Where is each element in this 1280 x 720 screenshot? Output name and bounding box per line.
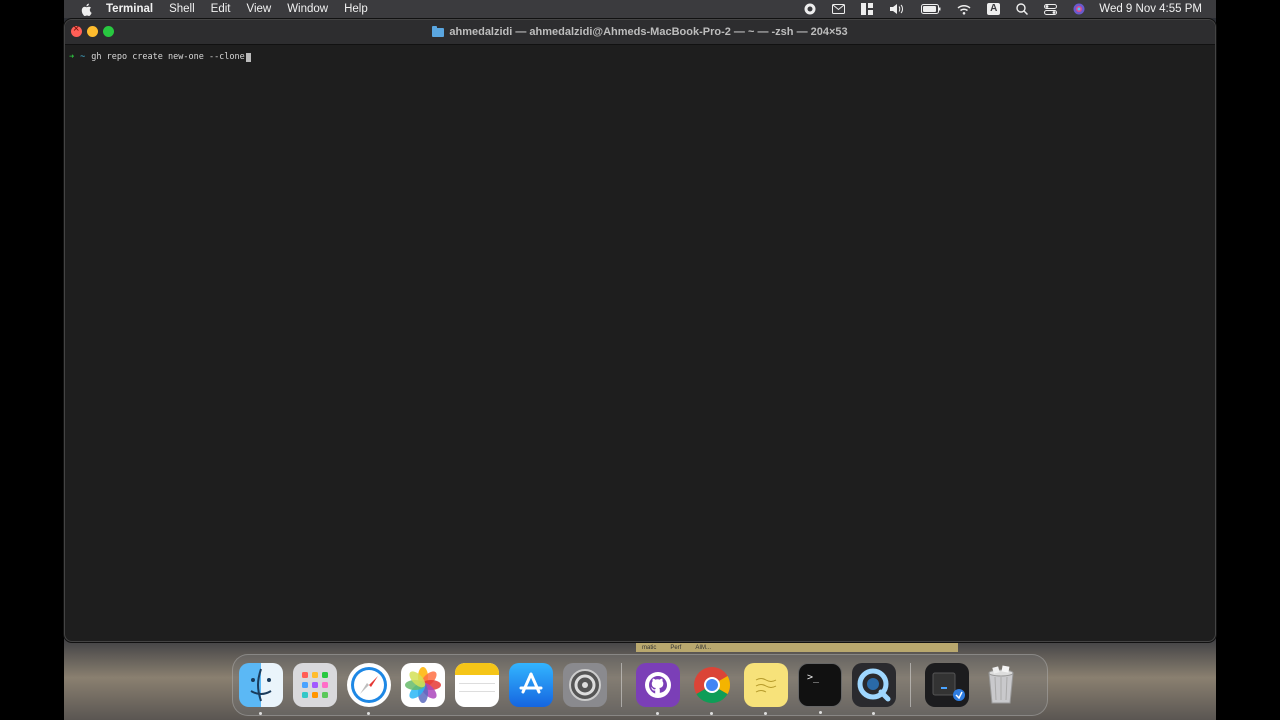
running-indicator (872, 712, 875, 715)
trash-icon[interactable] (979, 663, 1023, 707)
siri-icon[interactable] (1073, 3, 1085, 15)
background-label: Perf (670, 644, 682, 651)
menu-window[interactable]: Window (287, 0, 328, 18)
photos-app-icon[interactable] (401, 663, 445, 707)
stickies-app-icon[interactable] (744, 663, 788, 715)
folder-icon (432, 25, 445, 37)
terminal-app-icon[interactable]: >_ (798, 663, 842, 714)
finder-app-icon[interactable] (239, 663, 283, 715)
text-cursor (245, 52, 251, 62)
close-window-button[interactable] (71, 23, 82, 37)
running-indicator (656, 712, 659, 715)
window-title: ahmedalzidi — ahmedalzidi@Ahmeds-MacBook… (432, 25, 848, 38)
system-settings-app-icon[interactable] (563, 663, 607, 707)
volume-icon[interactable] (889, 3, 905, 15)
downloads-stack-icon[interactable] (925, 663, 969, 707)
menu-help[interactable]: Help (344, 0, 368, 18)
menu-edit[interactable]: Edit (211, 0, 231, 18)
menu-view[interactable]: View (246, 0, 271, 18)
dock-separator (910, 663, 911, 707)
battery-icon[interactable] (921, 4, 941, 14)
notes-app-icon[interactable] (455, 663, 499, 707)
control-center-icon[interactable] (1044, 3, 1058, 15)
app-menu-terminal[interactable]: Terminal (106, 0, 153, 18)
mail-icon[interactable] (832, 4, 846, 14)
menu-bar-clock[interactable]: Wed 9 Nov 4:55 PM (1099, 3, 1202, 15)
minimize-window-button[interactable] (87, 26, 98, 37)
record-icon[interactable] (804, 3, 816, 15)
zoom-window-button[interactable] (103, 26, 114, 37)
terminal-line: ➜ ~ gh repo create new-one --clone (69, 51, 1215, 63)
spotlight-search-icon[interactable] (1016, 3, 1029, 15)
launchpad-app-icon[interactable] (293, 663, 337, 707)
running-indicator (259, 712, 262, 715)
dock: >_ (232, 654, 1048, 716)
safari-app-icon[interactable] (347, 663, 391, 715)
wifi-icon[interactable] (957, 4, 971, 15)
prompt-directory: ~ (80, 52, 86, 62)
app-store-app-icon[interactable] (509, 663, 553, 707)
input-source-label: A (987, 3, 1001, 15)
prompt-arrow: ➜ (69, 52, 75, 62)
running-indicator (710, 712, 713, 715)
running-indicator (764, 712, 767, 715)
chrome-app-icon[interactable] (690, 663, 734, 715)
github-desktop-app-icon[interactable] (636, 663, 680, 715)
menu-shell[interactable]: Shell (169, 0, 195, 18)
background-label: AIM... (695, 644, 712, 651)
input-source-icon[interactable]: A (987, 3, 1001, 15)
window-tiling-icon[interactable] (861, 3, 874, 15)
command-text: gh repo create new-one --clone (91, 52, 245, 62)
quicktime-app-icon[interactable] (852, 663, 896, 715)
window-titlebar[interactable]: ahmedalzidi — ahmedalzidi@Ahmeds-MacBook… (65, 20, 1215, 45)
dock-separator (621, 663, 622, 707)
terminal-content[interactable]: ➜ ~ gh repo create new-one --clone (65, 45, 1215, 63)
running-indicator (819, 711, 822, 714)
window-title-text: ahmedalzidi — ahmedalzidi@Ahmeds-MacBook… (449, 26, 848, 38)
menu-bar: Terminal Shell Edit View Window Help A W… (64, 0, 1216, 18)
running-indicator (367, 712, 370, 715)
apple-menu-icon[interactable] (80, 3, 92, 16)
terminal-window[interactable]: ahmedalzidi — ahmedalzidi@Ahmeds-MacBook… (64, 19, 1216, 642)
background-label: matic (642, 644, 657, 651)
background-window-strip: matic Perf AIM... (636, 643, 958, 652)
